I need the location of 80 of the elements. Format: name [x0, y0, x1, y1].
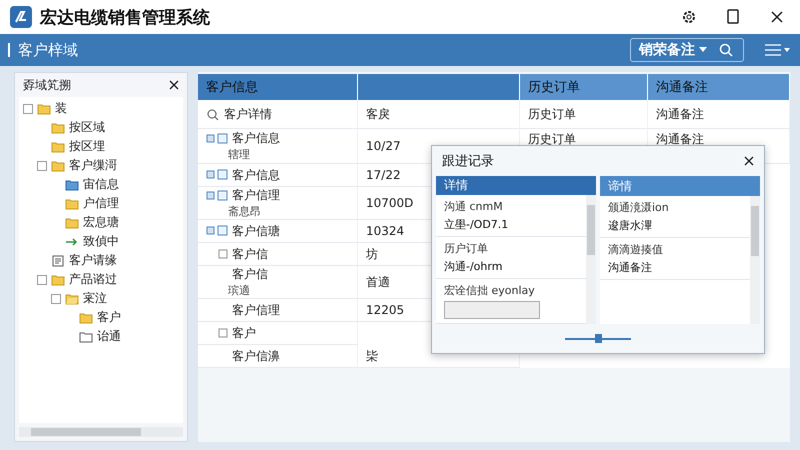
tree-item[interactable]: 按区埋: [69, 138, 105, 155]
folder-icon: [51, 122, 65, 134]
window-title: 宏达电缆销售管理系统: [40, 6, 211, 28]
notes-dropdown[interactable]: 销荣备注: [639, 41, 707, 59]
item-label: 颁通滰滠ion: [608, 200, 670, 215]
scrollbar[interactable]: [586, 195, 596, 324]
tree-item[interactable]: 客户信息: [232, 130, 280, 147]
item-value: 沟通备注: [608, 260, 653, 275]
tree-item[interactable]: 客户信瑭: [232, 222, 280, 240]
input-field[interactable]: [444, 301, 540, 319]
item-label: 历户订单: [444, 241, 489, 256]
tree-item[interactable]: 宙信息: [83, 176, 119, 193]
column-header: 客户信息: [198, 74, 358, 100]
item-label: 沟通 cnmM: [444, 199, 504, 214]
tree-item[interactable]: 客户缫滒: [69, 157, 117, 174]
expander-icon[interactable]: [23, 104, 33, 114]
section-title: 客户梓域: [18, 40, 79, 60]
tree-item[interactable]: 产品谘过: [69, 271, 117, 288]
tree-item[interactable]: 宏息瑭: [83, 214, 119, 231]
close-button[interactable]: [169, 80, 179, 90]
checkbox-icon: [206, 169, 228, 181]
tree-item[interactable]: 客户: [97, 309, 121, 326]
folder-icon: [79, 330, 93, 342]
tree-item[interactable]: 客户信濞: [232, 348, 280, 364]
tree-item[interactable]: 致偵中: [83, 233, 119, 250]
pane-tab[interactable]: 详情: [436, 176, 596, 195]
tree-item[interactable]: 户信理: [83, 195, 119, 212]
gear-icon: [681, 9, 697, 25]
caret-icon: [699, 47, 707, 53]
search-icon: [206, 108, 220, 120]
item-value: 立壆-/OD7.1: [444, 217, 510, 232]
close-icon: [770, 10, 784, 24]
table-cell: 客户详情: [198, 100, 358, 129]
slider-thumb[interactable]: [595, 334, 602, 342]
scrollbar[interactable]: [19, 427, 183, 437]
column-header: 历史订单: [520, 74, 648, 100]
tree-item[interactable]: 客户: [232, 324, 256, 342]
column-header: 沟通备注: [648, 74, 790, 100]
folder-icon: [51, 160, 65, 172]
folder-icon: [65, 292, 79, 304]
folder-icon: [65, 198, 79, 210]
close-button[interactable]: [744, 156, 754, 166]
scrollbar[interactable]: [750, 196, 760, 324]
arrow-icon: [65, 236, 79, 248]
tree-item[interactable]: 按区域: [69, 119, 105, 136]
folder-icon: [51, 274, 65, 286]
folder-icon: [65, 178, 79, 190]
folder-icon: [79, 312, 93, 324]
tree-subitem: 辖理: [227, 147, 251, 162]
checkbox-icon: [218, 328, 228, 338]
search-button[interactable]: [717, 41, 735, 59]
tree-subitem: 瑸適: [227, 283, 251, 298]
tree-item[interactable]: 客户信理: [232, 187, 280, 204]
panel-title: 孬域笂搠: [23, 76, 71, 94]
square-icon: [727, 9, 739, 25]
tree-item[interactable]: 诒通: [97, 328, 121, 345]
checkbox-icon: [218, 249, 228, 259]
folder-icon: [51, 140, 65, 152]
checkbox-icon: [206, 225, 228, 237]
document-icon: [51, 254, 65, 266]
expander-icon[interactable]: [37, 160, 47, 170]
tree-subitem: 斋息昂: [227, 204, 262, 219]
tree-item[interactable]: 客户信息: [232, 166, 280, 184]
tree-item[interactable]: 宷泣: [83, 290, 107, 307]
item-label: 滴滴遊揍值: [608, 242, 664, 257]
tree-item[interactable]: 客户信: [232, 266, 268, 283]
folder-icon: [37, 102, 51, 114]
table-cell: 沟通备注: [648, 100, 790, 129]
tree-item[interactable]: 客户信理: [232, 302, 280, 318]
tree-item[interactable]: 客户信: [232, 246, 268, 262]
checkbox-icon: [206, 132, 228, 144]
checkbox-icon: [206, 190, 228, 202]
table-cell: 历史订单: [520, 100, 648, 129]
pane-tab[interactable]: 谛情: [600, 176, 760, 196]
folder-icon: [65, 216, 79, 228]
table-cell: 客戾: [358, 100, 520, 129]
tree-item[interactable]: 客户请缘: [69, 252, 117, 269]
tree-item[interactable]: 装: [55, 100, 67, 117]
app-logo-icon: [10, 6, 32, 28]
item-value: 逡唐水滭: [608, 218, 653, 233]
